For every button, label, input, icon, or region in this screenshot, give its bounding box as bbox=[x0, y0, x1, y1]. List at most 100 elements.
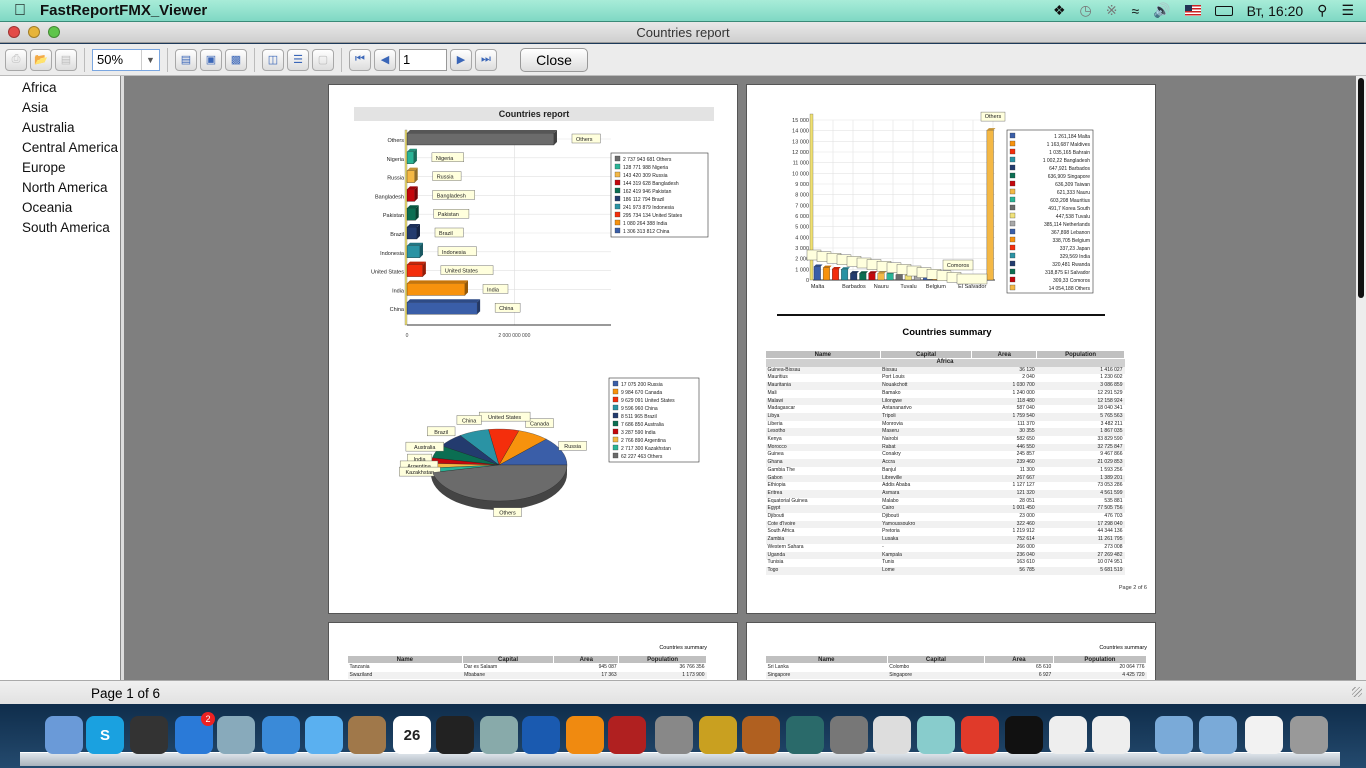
bar-top bbox=[850, 271, 859, 274]
dock-xcode-instruments-icon[interactable] bbox=[1049, 716, 1087, 754]
dock-applications-icon[interactable] bbox=[1155, 716, 1193, 754]
zoom-100-button[interactable]: ▩ bbox=[225, 48, 247, 71]
volume-icon[interactable]: 🔊 bbox=[1153, 2, 1170, 19]
dock-documents-icon[interactable] bbox=[1199, 716, 1237, 754]
report-preview[interactable]: Countries report Others Others Nigeria Nige… bbox=[124, 76, 1356, 680]
dock-parental-controls-icon[interactable] bbox=[655, 716, 693, 754]
outline-item[interactable]: Europe bbox=[0, 158, 120, 178]
open-button[interactable]: 📂 bbox=[30, 48, 52, 71]
data-label: United States bbox=[445, 269, 478, 275]
dock-mail-icon[interactable] bbox=[217, 716, 255, 754]
legend-entry: 309,33 Comoros bbox=[1053, 278, 1090, 284]
outline-item[interactable]: North America bbox=[0, 178, 120, 198]
dock-maps-icon[interactable] bbox=[917, 716, 955, 754]
dock-activity-monitor-icon[interactable] bbox=[436, 716, 474, 754]
vertical-scrollbar[interactable] bbox=[1356, 76, 1366, 680]
dock-time-machine-icon[interactable] bbox=[786, 716, 824, 754]
outline-item[interactable]: Oceania bbox=[0, 198, 120, 218]
legend-entry: 8 511 965 Brazil bbox=[621, 414, 657, 420]
outline-button[interactable]: ◫ bbox=[262, 48, 284, 71]
table-cell: 752 614 bbox=[971, 536, 1037, 544]
battery-icon[interactable] bbox=[1214, 5, 1233, 16]
notification-center-icon[interactable]: ☰ bbox=[1341, 2, 1354, 19]
table-cell: Conakry bbox=[882, 451, 901, 458]
dock-dvd-player-icon[interactable] bbox=[873, 716, 911, 754]
dock-photo-booth-icon[interactable] bbox=[608, 716, 646, 754]
dock-dashboard-icon[interactable] bbox=[130, 716, 168, 754]
outline-item[interactable]: Asia bbox=[0, 98, 120, 118]
chevron-down-icon[interactable]: ▼ bbox=[141, 49, 159, 70]
dock-ibooks-icon[interactable] bbox=[566, 716, 604, 754]
dock-shelf bbox=[20, 752, 1340, 766]
table-cell: Banjul bbox=[882, 466, 897, 473]
app-menu[interactable]: FastReportFMX_Viewer bbox=[40, 2, 207, 19]
dock-skype-icon[interactable]: S bbox=[86, 716, 124, 754]
dock-html-icon[interactable] bbox=[1245, 716, 1283, 754]
zoom-select[interactable]: 50% ▼ bbox=[92, 48, 160, 71]
zoom-whole-page-button[interactable]: ▣ bbox=[200, 48, 222, 71]
dock-contacts-icon[interactable] bbox=[348, 716, 386, 754]
table-cell: 10 074 951 bbox=[1097, 559, 1123, 566]
wifi-icon[interactable]: ≈ bbox=[1132, 3, 1140, 19]
last-page-button[interactable]: ⏭ bbox=[475, 48, 497, 71]
resize-grip-icon[interactable] bbox=[1352, 687, 1362, 697]
page-number-input[interactable]: 1 bbox=[399, 48, 447, 71]
table-row: Egypt Cairo 1 001 450 77 505 756 bbox=[765, 505, 1125, 514]
dock-calendar-icon[interactable]: 26 bbox=[393, 716, 431, 754]
category-label: Indonesia bbox=[380, 251, 405, 257]
dock-garageband-icon[interactable] bbox=[742, 716, 780, 754]
time-machine-icon[interactable]: ◷ bbox=[1080, 2, 1092, 19]
dock-trash-icon[interactable] bbox=[1290, 716, 1328, 754]
dropbox-icon[interactable]: ❖ bbox=[1053, 2, 1066, 19]
edit-button[interactable]: ▢ bbox=[312, 48, 334, 71]
legend-swatch bbox=[1009, 244, 1016, 251]
outline-item[interactable]: Australia bbox=[0, 118, 120, 138]
dock-finder-icon[interactable] bbox=[45, 716, 83, 754]
input-source-flag-icon[interactable] bbox=[1184, 5, 1201, 16]
dock-chrome-icon[interactable] bbox=[961, 716, 999, 754]
zoom-page-width-button[interactable]: ▤ bbox=[175, 48, 197, 71]
outline-item[interactable]: South America bbox=[0, 218, 120, 238]
table-cell: Equatorial Guinea bbox=[767, 497, 808, 504]
dock-messages-icon[interactable] bbox=[305, 716, 343, 754]
bar bbox=[832, 268, 839, 281]
dock-preview-icon[interactable] bbox=[480, 716, 518, 754]
dock-system-preferences-icon[interactable] bbox=[830, 716, 868, 754]
table-cell: 21 029 853 bbox=[1036, 459, 1125, 467]
outline-item[interactable]: Central America bbox=[0, 138, 120, 158]
dock-itunes-icon[interactable] bbox=[522, 716, 560, 754]
table-cell: Lesotho bbox=[765, 428, 881, 437]
save-button[interactable]: ▤ bbox=[55, 48, 77, 71]
clock[interactable]: Вт, 16:20 bbox=[1247, 3, 1304, 19]
outline-item[interactable]: Africa bbox=[0, 78, 120, 98]
col-capital: Capital bbox=[461, 655, 555, 664]
bluetooth-icon[interactable]: ※ bbox=[1106, 2, 1118, 19]
table-cell: 1 219 912 bbox=[1012, 528, 1035, 535]
dock-imovie-icon[interactable] bbox=[699, 716, 737, 754]
toolbar: ⎙ 📂 ▤ 50% ▼ ▤ ▣ ▩ ◫ ☰ ▢ ⏮ ◀ 1 ▶ ⏭ Close bbox=[0, 44, 1366, 76]
next-page-button[interactable]: ▶ bbox=[450, 48, 472, 71]
table-cell: Addis Ababa bbox=[882, 482, 911, 489]
scrollbar-thumb[interactable] bbox=[1358, 78, 1364, 298]
table-cell: South Africa bbox=[767, 528, 795, 535]
close-button[interactable]: Close bbox=[520, 47, 588, 72]
table-cell: Rabat bbox=[880, 443, 972, 452]
first-page-button[interactable]: ⏮ bbox=[349, 48, 371, 71]
table-cell: Zambia bbox=[765, 536, 881, 544]
dock-xcode-icon[interactable] bbox=[1092, 716, 1130, 754]
data-label: Kazakhstan bbox=[406, 470, 435, 476]
spotlight-icon[interactable]: ⚲ bbox=[1317, 2, 1327, 19]
apple-menu-icon[interactable]:  bbox=[0, 2, 40, 20]
prev-page-button[interactable]: ◀ bbox=[374, 48, 396, 71]
table-cell: 6 927 bbox=[984, 671, 1054, 680]
next-page-icon: ▶ bbox=[456, 54, 466, 66]
prev-page-icon: ◀ bbox=[380, 54, 390, 66]
dock-terminal-icon[interactable] bbox=[1005, 716, 1043, 754]
dock-safari-icon[interactable] bbox=[262, 716, 300, 754]
data-label: Nigeria bbox=[436, 156, 454, 162]
thumbnails-button[interactable]: ☰ bbox=[287, 48, 309, 71]
bar bbox=[406, 283, 466, 296]
legend-swatch bbox=[612, 428, 619, 435]
axis-wall bbox=[404, 129, 408, 326]
print-button[interactable]: ⎙ bbox=[5, 48, 27, 71]
